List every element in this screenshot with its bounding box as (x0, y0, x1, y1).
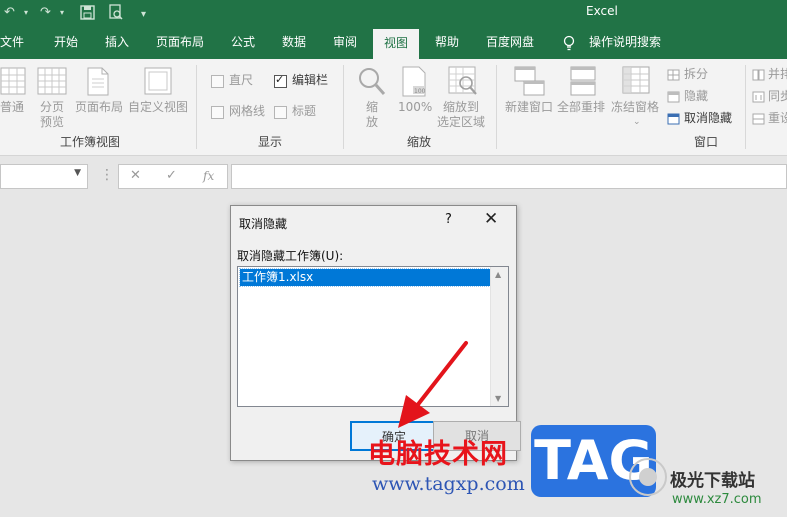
page-break-preview-button[interactable]: 分页 (40, 100, 64, 115)
zoom-button-line2[interactable]: 放 (366, 115, 378, 130)
headings-checkbox[interactable] (274, 106, 287, 119)
tell-me-search[interactable]: 操作说明搜索 (589, 34, 661, 51)
tab-file[interactable]: 文件 (0, 34, 24, 51)
redo-icon[interactable]: ↷ (40, 3, 51, 23)
annotation-arrow-icon (398, 341, 468, 428)
undo-icon[interactable]: ↶ (4, 3, 15, 23)
tab-formulas[interactable]: 公式 (231, 34, 255, 51)
print-preview-icon[interactable] (108, 4, 124, 21)
tab-insert[interactable]: 插入 (105, 34, 129, 51)
watermark-site-name: 电脑技术网 (368, 439, 508, 470)
zoom-to-selection-button-line2[interactable]: 选定区域 (437, 115, 485, 130)
listbox-scrollbar[interactable]: ▲ ▼ (490, 267, 508, 406)
hide-icon (667, 91, 680, 103)
formula-input[interactable] (231, 164, 787, 189)
formula-bar-grip-icon[interactable]: ⋮ (100, 167, 114, 183)
page-break-preview-icon (37, 67, 67, 95)
group-separator (343, 65, 344, 149)
insert-function-icon[interactable]: fx (203, 169, 214, 183)
group-label-window: 窗口 (694, 135, 719, 149)
scroll-up-icon[interactable]: ▲ (495, 270, 501, 279)
split-button[interactable]: 拆分 (684, 67, 708, 82)
customize-toolbar-icon[interactable]: ▾ (141, 5, 146, 25)
tab-page-layout[interactable]: 页面布局 (156, 34, 204, 51)
custom-views-button[interactable]: 自定义视图 (128, 100, 188, 115)
download-site-logo-icon (629, 458, 667, 496)
title-bar: ↶ ▾ ↷ ▾ ▾ Excel (0, 0, 787, 26)
gridlines-label: 网格线 (229, 104, 266, 118)
lightbulb-icon (563, 35, 575, 51)
list-item[interactable]: 工作簿1.xlsx (239, 268, 491, 287)
page-layout-icon (87, 67, 109, 96)
dialog-title: 取消隐藏 (239, 217, 288, 231)
new-window-icon (514, 66, 545, 96)
normal-view-button[interactable]: 普通 (0, 100, 24, 115)
zoom-100-button[interactable]: 100% (398, 100, 432, 115)
unhide-icon (667, 113, 680, 125)
reset-window-position-button[interactable]: 重设 (768, 111, 787, 126)
formula-bar-checkbox[interactable] (274, 73, 287, 88)
headings-label: 标题 (292, 104, 317, 118)
scroll-down-icon[interactable]: ▼ (495, 394, 501, 403)
view-side-by-side-button[interactable]: 并排 (768, 67, 787, 82)
group-label-workbook-views: 工作簿视图 (60, 135, 121, 149)
synchronous-scrolling-button[interactable]: 同步 (768, 89, 787, 104)
group-label-show: 显示 (258, 135, 283, 149)
normal-view-icon (0, 67, 26, 95)
freeze-panes-button[interactable]: 冻结窗格 (611, 100, 659, 115)
tab-data[interactable]: 数据 (282, 34, 306, 51)
group-separator (745, 65, 746, 149)
arrange-all-button[interactable]: 全部重排 (557, 100, 605, 115)
arrange-all-icon (570, 66, 596, 96)
close-icon[interactable]: ✕ (484, 209, 498, 229)
hide-button[interactable]: 隐藏 (684, 89, 708, 104)
tab-baidu-netdisk[interactable]: 百度网盘 (486, 34, 534, 51)
ribbon-view: 普通 分页 预览 页面布局 自定义视图 工作簿视图 直尺 编辑栏 网格线 标题 … (0, 59, 787, 156)
group-separator (496, 65, 497, 149)
download-site-name: 极光下载站 (670, 471, 755, 491)
freeze-panes-icon (622, 66, 650, 94)
unhide-workbook-label: 取消隐藏工作簿(U): (237, 249, 344, 263)
ruler-checkbox[interactable] (211, 75, 224, 88)
synchronous-scrolling-icon (752, 91, 765, 103)
group-label-zoom: 缩放 (407, 135, 432, 149)
help-icon[interactable]: ? (445, 212, 452, 227)
tab-review[interactable]: 审阅 (333, 34, 357, 51)
name-box[interactable]: ▼ (0, 164, 88, 189)
page-break-preview-button-line2[interactable]: 预览 (40, 115, 64, 130)
freeze-panes-dropdown-icon[interactable]: ⌄ (633, 115, 641, 130)
zoom-icon (359, 68, 386, 95)
name-box-dropdown-icon[interactable]: ▼ (74, 168, 81, 178)
zoom-to-selection-button[interactable]: 缩放到 (443, 100, 479, 115)
redo-dropdown-icon[interactable]: ▾ (60, 3, 64, 23)
split-icon (667, 69, 680, 81)
undo-dropdown-icon[interactable]: ▾ (24, 3, 28, 23)
watermark-site-url: www.tagxp.com (372, 473, 525, 495)
app-title: Excel (586, 4, 618, 18)
formula-buttons: ✕ ✓ fx (118, 164, 228, 189)
group-separator (196, 65, 197, 149)
svg-text:100: 100 (414, 88, 426, 95)
tab-home[interactable]: 开始 (54, 34, 78, 51)
new-window-button[interactable]: 新建窗口 (505, 100, 553, 115)
reset-window-position-icon (752, 113, 765, 125)
tab-view[interactable]: 视图 (373, 29, 420, 59)
tab-help[interactable]: 帮助 (435, 34, 459, 51)
enter-icon[interactable]: ✓ (166, 168, 177, 183)
save-icon[interactable] (80, 5, 95, 20)
view-side-by-side-icon (752, 69, 765, 81)
unhide-button[interactable]: 取消隐藏 (684, 111, 732, 126)
ruler-label: 直尺 (229, 73, 254, 87)
zoom-button[interactable]: 缩 (366, 100, 378, 115)
formula-bar-label: 编辑栏 (292, 73, 329, 87)
zoom-to-selection-icon (448, 66, 477, 95)
gridlines-checkbox[interactable] (211, 106, 224, 119)
cancel-entry-icon[interactable]: ✕ (130, 168, 141, 183)
page-layout-button[interactable]: 页面布局 (75, 100, 123, 115)
ribbon-tab-bar: 文件 开始 插入 页面布局 公式 数据 审阅 视图 帮助 百度网盘 操作说明搜索 (0, 26, 787, 59)
download-site-url: www.xz7.com (672, 492, 762, 507)
custom-views-icon (144, 67, 172, 95)
zoom-100-icon: 100 (402, 66, 426, 97)
